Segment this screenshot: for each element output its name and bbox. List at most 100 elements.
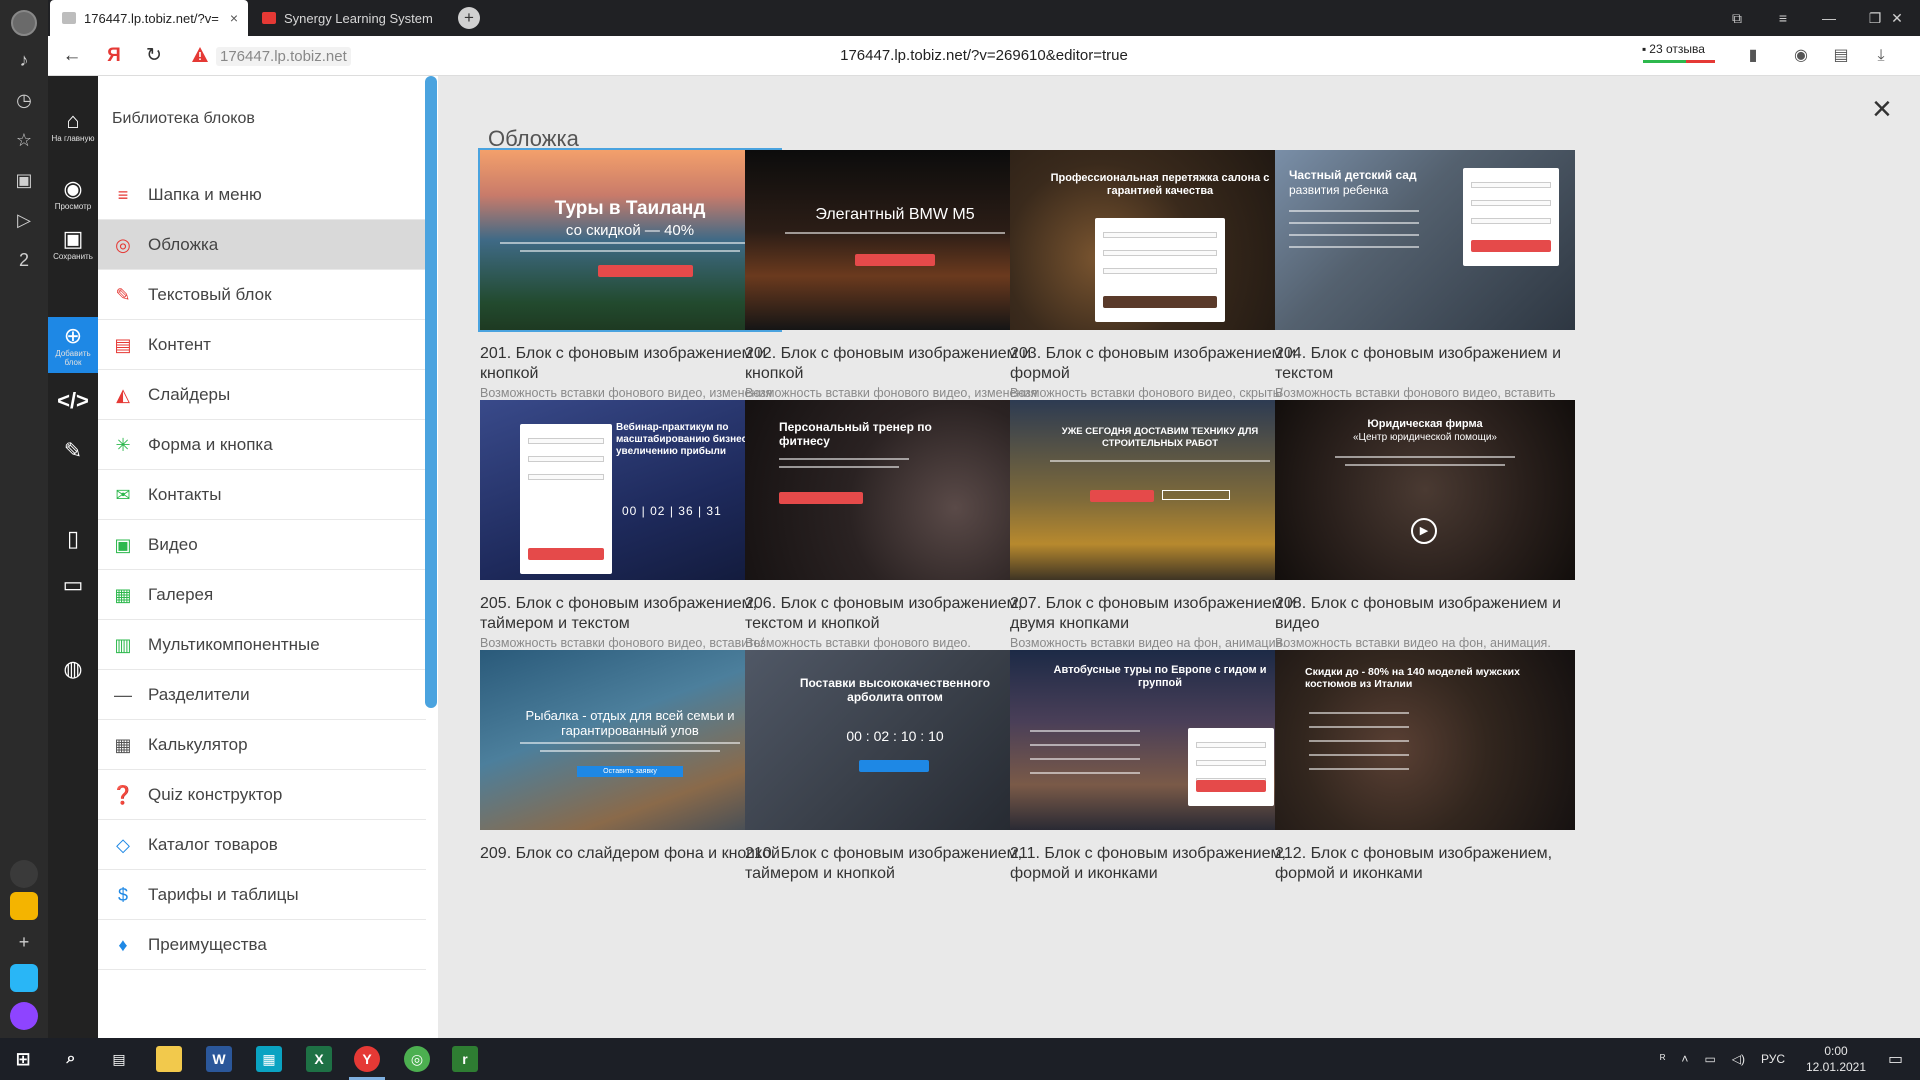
warning-icon[interactable] — [191, 46, 209, 63]
card-title[interactable]: 202. Блок с фоновым изображением и кнопк… — [745, 344, 1045, 384]
tray-chevron-icon[interactable]: ˄ — [1681, 1052, 1688, 1066]
bookmarks-manager-icon[interactable]: ⧉ — [1714, 0, 1760, 36]
library-item[interactable]: ▥ Мультикомпонентные — [98, 620, 426, 670]
windows-start-icon[interactable]: ⊞ — [10, 1046, 36, 1072]
download-icon[interactable]: ⤓ — [1870, 45, 1892, 67]
reviews-badge[interactable]: ▪ 23 отзыва — [1642, 42, 1705, 56]
assistant-app-icon[interactable] — [10, 1002, 38, 1030]
minimize-icon[interactable]: — — [1806, 0, 1852, 36]
block-thumbnail[interactable]: Профессиональная перетяжка салона с гара… — [1010, 150, 1310, 330]
block-thumbnail[interactable]: Скидки до - 80% на 140 моделей мужских к… — [1275, 650, 1575, 830]
close-icon[interactable]: × — [1872, 92, 1892, 126]
explorer-icon[interactable] — [156, 1046, 182, 1072]
tab-synergy[interactable]: Synergy Learning System — [250, 0, 440, 36]
save-button[interactable]: ▣ Сохранить — [48, 226, 98, 261]
search-icon[interactable]: ⌕ — [58, 1046, 84, 1072]
add-app-icon[interactable]: + — [12, 930, 36, 954]
alice-app-icon[interactable] — [10, 860, 38, 888]
task-view-icon[interactable]: ▤ — [106, 1046, 132, 1072]
library-scrollbar[interactable] — [425, 76, 437, 708]
card-title[interactable]: 210. Блок с фоновым изображением, таймер… — [745, 844, 1045, 884]
card-title[interactable]: 208. Блок с фоновым изображением и видео — [1275, 594, 1575, 634]
language-indicator[interactable]: РУС — [1761, 1052, 1785, 1066]
home-button[interactable]: ⌂ На главную — [48, 108, 98, 143]
block-thumbnail[interactable]: Поставки высококачественного арболита оп… — [745, 650, 1045, 830]
back-icon[interactable]: ← — [60, 44, 84, 68]
favicon-icon — [62, 12, 76, 24]
block-thumbnail[interactable]: Персональный тренер по фитнесу — [745, 400, 1045, 580]
library-item[interactable]: ◎ Обложка — [98, 220, 426, 270]
yandex-browser-icon[interactable]: Y — [354, 1046, 380, 1072]
library-item[interactable]: ♦ Преимущества — [98, 920, 426, 970]
excel-icon[interactable]: X — [306, 1046, 332, 1072]
bookmark-icon[interactable]: ▮ — [1742, 45, 1764, 67]
card-title[interactable]: 205. Блок с фоновым изображением, таймер… — [480, 594, 780, 634]
block-thumbnail[interactable]: Элегантный BMW M5 — [745, 150, 1045, 330]
card-title[interactable]: 207. Блок с фоновым изображением и двумя… — [1010, 594, 1310, 634]
library-item[interactable]: ▦ Галерея — [98, 570, 426, 620]
word-icon[interactable]: W — [206, 1046, 232, 1072]
library-item[interactable]: ▤ Контент — [98, 320, 426, 370]
card-title[interactable]: 204. Блок с фоновым изображением и текст… — [1275, 344, 1575, 384]
library-item[interactable]: ≡ Шапка и меню — [98, 170, 426, 220]
store-icon[interactable]: ▦ — [256, 1046, 282, 1072]
library-item[interactable]: ◭ Слайдеры — [98, 370, 426, 420]
block-thumbnail[interactable]: Рыбалка - отдых для всей семьи и гаранти… — [480, 650, 780, 830]
close-window-icon[interactable]: ✕ — [1874, 0, 1920, 36]
card-title[interactable]: 211. Блок с фоновым изображением, формой… — [1010, 844, 1310, 884]
library-item[interactable]: ◇ Каталог товаров — [98, 820, 426, 870]
tablet-view-button[interactable]: ▭ — [48, 572, 98, 598]
new-tab-button[interactable]: + — [458, 7, 480, 29]
card-title[interactable]: 203. Блок с фоновым изображением и формо… — [1010, 344, 1310, 384]
site-settings-button[interactable]: ◍ — [48, 656, 98, 682]
card-title[interactable]: 209. Блок со слайдером фона и кнопкой — [480, 844, 780, 864]
block-thumbnail[interactable]: Частный детский сад развития ребенка — [1275, 150, 1575, 330]
library-item[interactable]: ▦ Калькулятор — [98, 720, 426, 770]
volume-icon[interactable]: ◁) — [1732, 1052, 1745, 1066]
preview-button[interactable]: ◉ Просмотр — [48, 176, 98, 211]
star-icon[interactable]: ☆ — [12, 128, 36, 152]
mobile-view-button[interactable]: ▯ — [48, 526, 98, 552]
block-thumbnail[interactable]: Туры в Таиланд со скидкой — 40% — [478, 148, 782, 332]
tab-tobiz[interactable]: 176447.lp.tobiz.net/?v= × — [50, 0, 248, 36]
collections-toolbar-icon[interactable]: ▤ — [1830, 45, 1852, 67]
library-item[interactable]: ❓ Quiz конструктор — [98, 770, 426, 820]
user-icon[interactable]: ᴿ — [1660, 1052, 1665, 1066]
network-icon[interactable]: ▭ — [1704, 1052, 1715, 1066]
library-item[interactable]: ✳ Форма и кнопка — [98, 420, 426, 470]
history-icon[interactable]: ◷ — [12, 88, 36, 112]
code-button[interactable]: </> — [48, 388, 98, 414]
block-thumbnail[interactable]: ▶ Юридическая фирма «Центр юридической пом… — [1275, 400, 1575, 580]
card-title[interactable]: 212. Блок с фоновым изображением, формой… — [1275, 844, 1575, 884]
rk-app-icon[interactable]: r — [452, 1046, 478, 1072]
library-item[interactable]: — Разделители — [98, 670, 426, 720]
clock[interactable]: 0:00 12.01.2021 — [1806, 1038, 1866, 1080]
block-thumbnail[interactable]: Автобусные туры по Европе с гидом и груп… — [1010, 650, 1310, 830]
collections-icon[interactable]: ▣ — [12, 168, 36, 192]
library-item[interactable]: ✉ Контакты — [98, 470, 426, 520]
bell-icon[interactable]: ♪ — [12, 48, 36, 72]
library-item[interactable]: ✎ Текстовый блок — [98, 270, 426, 320]
reload-icon[interactable]: ↻ — [142, 44, 166, 68]
menu-icon[interactable]: ≡ — [1760, 0, 1806, 36]
thumbnail-subheading: Оставить заявку — [577, 766, 683, 777]
card-title[interactable]: 201. Блок с фоновым изображением и кнопк… — [480, 344, 780, 384]
url-host[interactable]: 176447.lp.tobiz.net — [216, 47, 351, 66]
messenger-app-icon[interactable] — [10, 964, 38, 992]
block-thumbnail[interactable]: Вебинар-практикум по масштабированию биз… — [480, 400, 780, 580]
add-block-button[interactable]: ⊕ Добавить блок — [48, 317, 98, 373]
notifications-icon[interactable]: ▭ — [1888, 1038, 1903, 1080]
yandex-logo-icon[interactable]: Я — [102, 44, 126, 68]
profile-avatar[interactable] — [11, 10, 37, 36]
library-item[interactable]: $ Тарифы и таблицы — [98, 870, 426, 920]
card-title[interactable]: 206. Блок с фоновым изображением, тексто… — [745, 594, 1045, 634]
protect-icon[interactable]: ◉ — [1790, 45, 1812, 67]
play-icon[interactable]: ▷ — [12, 208, 36, 232]
library-item[interactable]: ▣ Видео — [98, 520, 426, 570]
chrome-icon[interactable]: ◎ — [404, 1046, 430, 1072]
mail-app-icon[interactable] — [10, 892, 38, 920]
tab-close-icon[interactable]: × — [230, 10, 238, 26]
tab-count-icon[interactable]: 2 — [12, 248, 36, 272]
color-picker-button[interactable]: ✎ — [48, 438, 98, 464]
block-thumbnail[interactable]: УЖЕ СЕГОДНЯ ДОСТАВИМ ТЕХНИКУ ДЛЯ СТРОИТЕ… — [1010, 400, 1310, 580]
